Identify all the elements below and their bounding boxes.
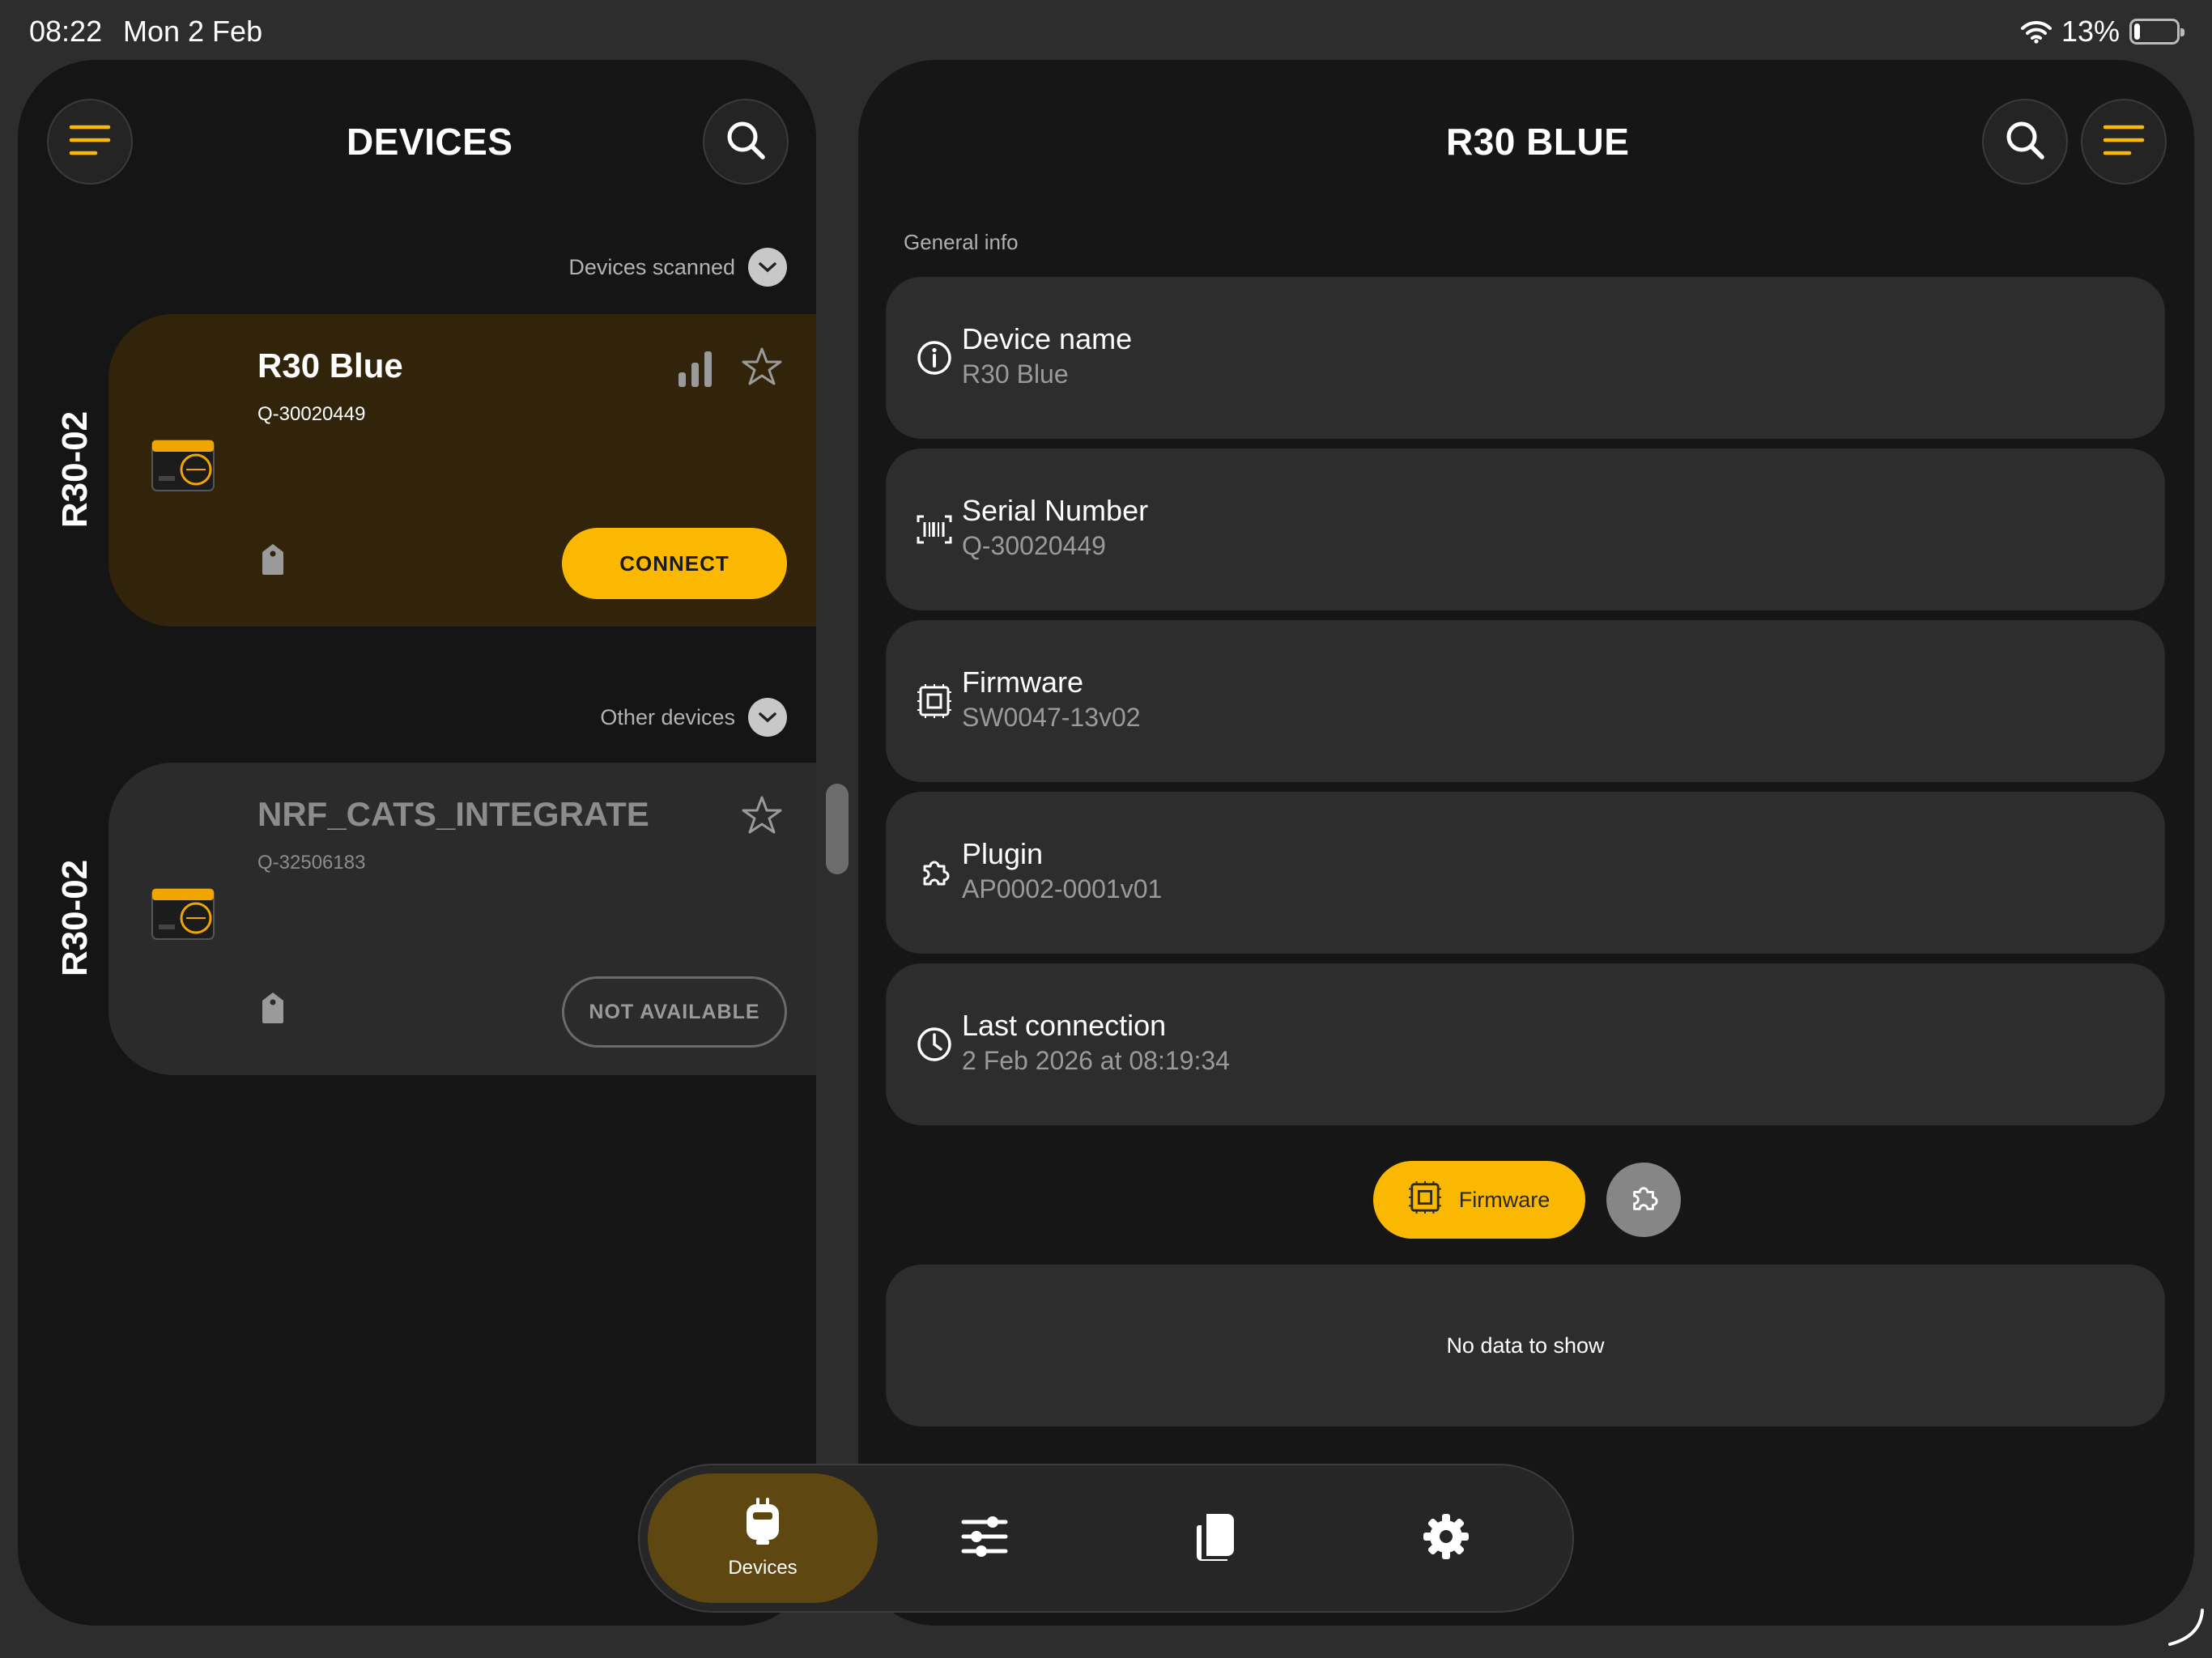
- no-data-text: No data to show: [1446, 1333, 1605, 1358]
- status-bar: 08:22 Mon 2 Feb 13%: [0, 0, 2212, 62]
- barcode-icon: [912, 507, 957, 552]
- panel-title: DEVICES: [347, 121, 513, 163]
- signal-strength-icon: [675, 348, 717, 394]
- menu-icon: [2102, 122, 2146, 162]
- info-card-last-connection: Last connection 2 Feb 2026 at 08:19:34: [886, 963, 2165, 1125]
- info-title: Last connection: [962, 1009, 1167, 1042]
- status-date: Mon 2 Feb: [123, 15, 263, 48]
- clock-icon: [912, 1022, 957, 1067]
- device-icon: [742, 1497, 783, 1550]
- device-name: R30 Blue: [257, 346, 403, 385]
- general-info-label: General info: [904, 230, 1019, 254]
- info-title: Device name: [962, 322, 1133, 355]
- info-title: Serial Number: [962, 494, 1149, 527]
- device-image: [147, 427, 222, 502]
- chevron-down-icon[interactable]: [748, 248, 787, 287]
- tab-controls[interactable]: [936, 1473, 1033, 1603]
- info-value: 2 Feb 2026 at 08:19:34: [962, 1046, 1230, 1075]
- favorite-star-icon[interactable]: [742, 795, 782, 840]
- sliders-icon: [960, 1512, 1009, 1565]
- status-time: 08:22: [29, 15, 103, 48]
- gear-icon: [1422, 1512, 1470, 1565]
- chevron-down-icon[interactable]: [748, 698, 787, 737]
- section-label: Devices scanned: [568, 254, 735, 279]
- tab-documents[interactable]: [1168, 1473, 1265, 1603]
- panel-title: R30 BLUE: [1446, 121, 1630, 163]
- status-indicators: 13%: [2020, 15, 2184, 49]
- menu-button[interactable]: [47, 99, 133, 185]
- other-devices-header[interactable]: Other devices: [600, 698, 787, 737]
- device-image: [147, 876, 222, 950]
- menu-button[interactable]: [2081, 99, 2167, 185]
- puzzle-icon: [1628, 1183, 1659, 1218]
- search-button[interactable]: [703, 99, 789, 185]
- device-serial: Q-32506183: [257, 852, 366, 874]
- device-name: NRF_CATS_INTEGRATE: [257, 795, 649, 833]
- device-serial: Q-30020449: [257, 403, 366, 425]
- search-icon: [2004, 119, 2046, 165]
- docs-icon: [1193, 1511, 1239, 1567]
- device-card[interactable]: R30 Blue Q-30020449 CONNECT: [108, 314, 816, 627]
- battery-percent: 13%: [2061, 15, 2120, 48]
- info-title: Plugin: [962, 837, 1044, 870]
- scrollbar-thumb[interactable]: [826, 784, 849, 874]
- plugin-button[interactable]: [1606, 1163, 1681, 1237]
- device-detail-panel: R30 BLUE General info Device name R30 Bl…: [858, 60, 2194, 1626]
- chip-icon: [1408, 1180, 1441, 1219]
- favorite-star-icon[interactable]: [742, 346, 782, 391]
- info-title: Firmware: [962, 665, 1083, 699]
- devices-panel: DEVICES Devices scanned R30-02 R30 Blue: [18, 60, 816, 1626]
- device-card[interactable]: NRF_CATS_INTEGRATE Q-32506183 NOT AVAILA…: [108, 763, 816, 1075]
- info-card-plugin: Plugin AP0002-0001v01: [886, 792, 2165, 954]
- info-card-device-name: Device name R30 Blue: [886, 277, 2165, 439]
- tab-devices[interactable]: Devices: [648, 1473, 878, 1603]
- search-icon: [725, 119, 767, 165]
- info-card-firmware: Firmware SW0047-13v02: [886, 620, 2165, 782]
- battery-icon: [2129, 19, 2184, 45]
- info-card-serial-number: Serial Number Q-30020449: [886, 449, 2165, 610]
- tag-icon: [259, 542, 287, 580]
- info-icon: [912, 335, 957, 380]
- not-available-button: NOT AVAILABLE: [562, 976, 787, 1048]
- info-value: AP0002-0001v01: [962, 874, 1163, 903]
- info-value: SW0047-13v02: [962, 703, 1141, 732]
- devices-scanned-header[interactable]: Devices scanned: [568, 248, 787, 287]
- info-value: R30 Blue: [962, 359, 1069, 389]
- section-label: Other devices: [600, 704, 735, 729]
- tab-settings[interactable]: [1397, 1473, 1495, 1603]
- wifi-icon: [2020, 19, 2052, 44]
- info-value: Q-30020449: [962, 531, 1106, 560]
- no-data-card: No data to show: [886, 1265, 2165, 1426]
- battery-fill: [2134, 23, 2140, 40]
- bottom-tab-bar: Devices: [638, 1464, 1574, 1613]
- firmware-button-label: Firmware: [1458, 1187, 1551, 1212]
- home-indicator-icon: [2165, 1607, 2206, 1652]
- firmware-button[interactable]: Firmware: [1373, 1161, 1585, 1239]
- tag-icon: [259, 991, 287, 1029]
- search-button[interactable]: [1982, 99, 2068, 185]
- menu-icon: [68, 122, 112, 162]
- puzzle-icon: [912, 850, 957, 895]
- chip-icon: [912, 678, 957, 724]
- connect-button[interactable]: CONNECT: [562, 528, 787, 599]
- device-group-label: R30-02: [55, 859, 95, 977]
- tab-label: Devices: [728, 1556, 798, 1579]
- device-group-label: R30-02: [55, 410, 95, 529]
